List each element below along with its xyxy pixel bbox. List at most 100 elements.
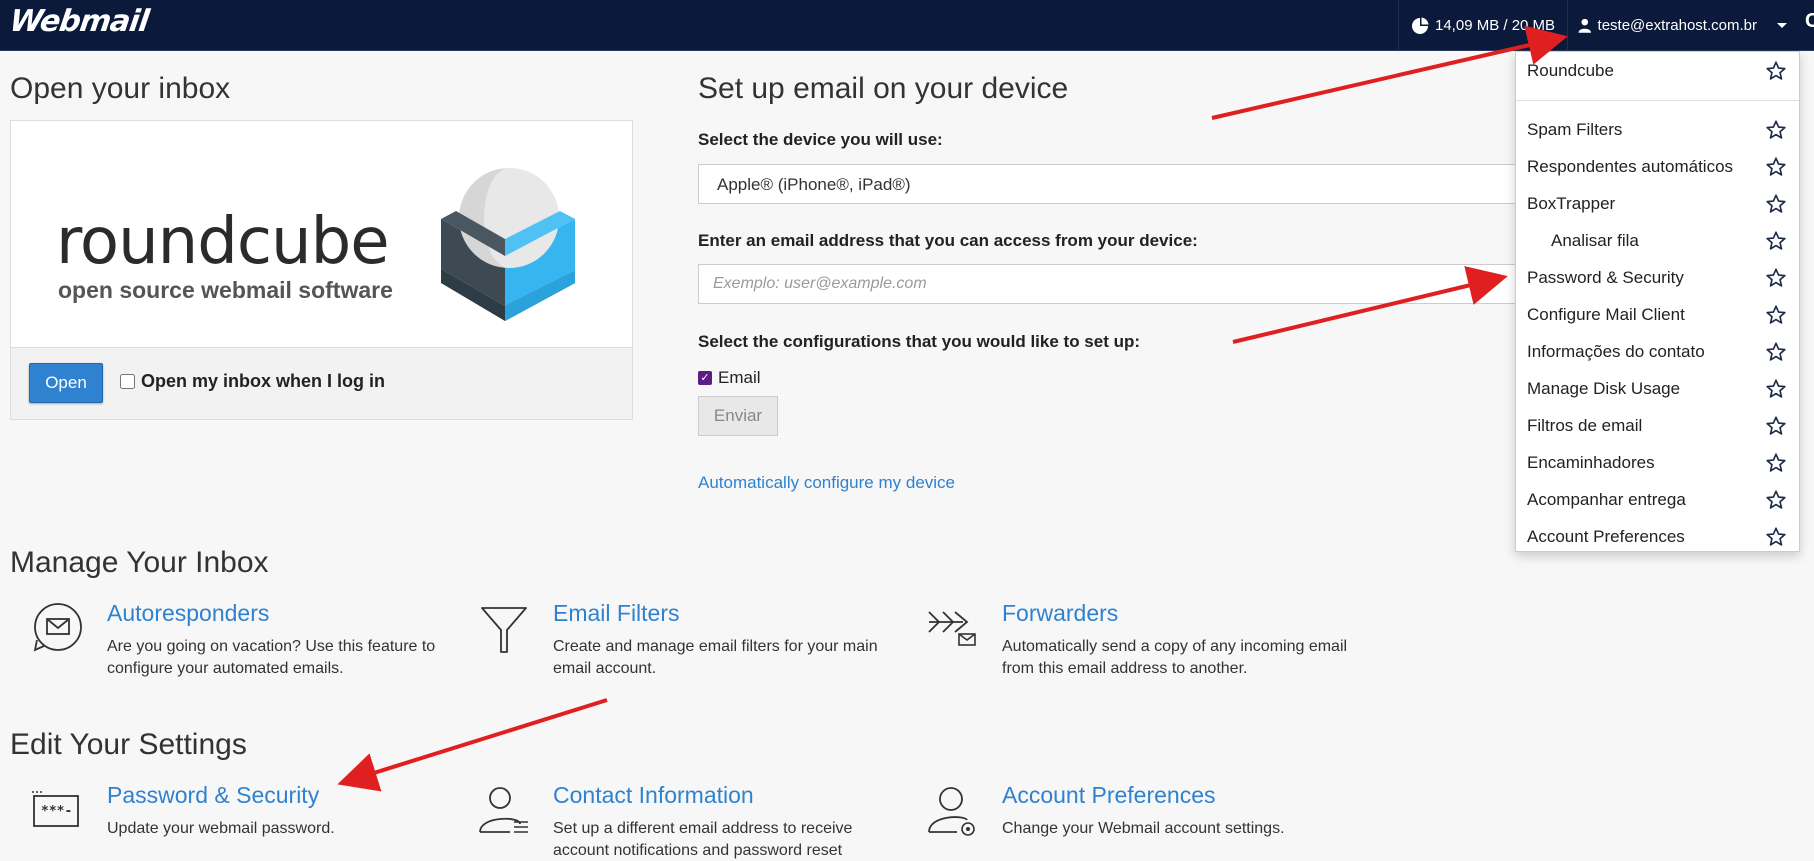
configurations-label: Select the configurations that you would… (698, 332, 1141, 351)
forwarder-icon (928, 611, 976, 646)
feature-forwarders[interactable]: Forwarders Automatically send a copy of … (925, 600, 1347, 680)
open-on-login-checkbox[interactable] (120, 374, 135, 389)
user-dropdown-menu: Roundcube Spam Filters Respondentes auto… (1515, 51, 1800, 552)
menu-item-configure-mail-client[interactable]: Configure Mail Client (1516, 299, 1799, 331)
star-icon[interactable] (1765, 378, 1787, 400)
feature-title[interactable]: Account Preferences (1002, 782, 1216, 809)
disk-quota-text: 14,09 MB / 20 MB (1435, 17, 1556, 34)
feature-title[interactable]: Forwarders (1002, 600, 1118, 627)
star-icon[interactable] (1765, 119, 1787, 141)
feature-account-preferences[interactable]: Account Preferences Change your Webmail … (925, 782, 1345, 861)
star-icon[interactable] (1765, 452, 1787, 474)
menu-item-label: Analisar fila (1551, 231, 1639, 250)
open-on-login-option[interactable]: Open my inbox when I log in (120, 371, 385, 392)
email-config-label: Email (718, 368, 761, 387)
menu-item-label: Respondentes automáticos (1527, 157, 1734, 176)
menu-item-label: Manage Disk Usage (1527, 379, 1681, 398)
user-email: teste@extrahost.com.br (1597, 17, 1757, 34)
topbar-cutoff-item[interactable]: C (1805, 10, 1814, 33)
feature-description: Create and manage email filters for your… (553, 638, 878, 677)
feature-password-security[interactable]: ***- Password & Security Update your web… (30, 782, 450, 861)
menu-item-label: Roundcube (1527, 61, 1614, 80)
top-navbar: Webmail 14,09 MB / 20 MB teste@extrahost… (0, 0, 1814, 51)
roundcube-logo[interactable]: roundcube open source webmail software (11, 121, 632, 347)
feature-description: Update your webmail password. (107, 820, 335, 837)
star-icon[interactable] (1765, 267, 1787, 289)
user-menu-toggle[interactable]: teste@extrahost.com.br (1567, 0, 1797, 51)
star-icon[interactable] (1765, 193, 1787, 215)
filter-icon (481, 607, 527, 653)
star-icon[interactable] (1765, 156, 1787, 178)
email-config-option[interactable]: ✓ Email (698, 368, 761, 388)
menu-item-label: Configure Mail Client (1527, 305, 1685, 324)
feature-contact-information[interactable]: Contact Information Set up a different e… (476, 782, 896, 861)
auto-configure-link[interactable]: Automatically configure my device (698, 473, 955, 493)
open-inbox-heading: Open your inbox (10, 72, 231, 105)
menu-item-label: Spam Filters (1527, 120, 1623, 139)
svg-text:***-: ***- (41, 804, 72, 819)
menu-item-acompanhar-entrega[interactable]: Acompanhar entrega (1516, 484, 1799, 516)
manage-inbox-heading: Manage Your Inbox (10, 546, 269, 579)
menu-item-manage-disk-usage[interactable]: Manage Disk Usage (1516, 373, 1799, 405)
password-icon: ***- (32, 791, 79, 827)
menu-item-spam-filters[interactable]: Spam Filters (1516, 114, 1799, 146)
feature-email-filters[interactable]: Email Filters Create and manage email fi… (476, 600, 896, 680)
setup-device-heading: Set up email on your device (698, 72, 1069, 105)
menu-item-boxtrapper[interactable]: BoxTrapper (1516, 188, 1799, 220)
feature-title[interactable]: Password & Security (107, 782, 319, 809)
open-roundcube-button[interactable]: Open (29, 363, 103, 403)
menu-item-analisar-fila[interactable]: Analisar fila (1516, 225, 1799, 257)
feature-title[interactable]: Email Filters (553, 600, 680, 627)
star-icon[interactable] (1765, 415, 1787, 437)
star-icon[interactable] (1765, 489, 1787, 511)
menu-item-label: Informações do contato (1527, 342, 1705, 361)
menu-item-password-security[interactable]: Password & Security (1516, 262, 1799, 294)
star-icon[interactable] (1765, 304, 1787, 326)
email-address-label: Enter an email address that you can acce… (698, 231, 1198, 250)
email-address-input[interactable] (698, 264, 1518, 304)
menu-item-filtros-de-email[interactable]: Filtros de email (1516, 410, 1799, 442)
contact-icon (479, 787, 528, 833)
menu-item-encaminhadores[interactable]: Encaminhadores (1516, 447, 1799, 479)
email-config-checkbox[interactable]: ✓ (698, 371, 712, 385)
menu-item-informacoes-do-contato[interactable]: Informações do contato (1516, 336, 1799, 368)
menu-item-account-preferences[interactable]: Account Preferences (1516, 521, 1799, 553)
pie-chart-icon (1412, 17, 1429, 34)
account-prefs-icon (928, 787, 975, 836)
feature-description: Are you going on vacation? Use this feat… (107, 638, 436, 677)
feature-description: Change your Webmail account settings. (1002, 820, 1285, 837)
svg-text:roundcube: roundcube (56, 205, 389, 279)
enviar-button[interactable]: Enviar (698, 396, 778, 436)
feature-description: Set up a different email address to rece… (553, 820, 853, 859)
webmail-logo[interactable]: Webmail (8, 4, 151, 39)
edit-settings-heading: Edit Your Settings (10, 728, 247, 761)
menu-item-label: Filtros de email (1527, 416, 1643, 435)
feature-autoresponders[interactable]: Autoresponders Are you going on vacation… (30, 600, 450, 680)
star-icon[interactable] (1765, 60, 1787, 82)
menu-item-label: Account Preferences (1527, 527, 1685, 546)
open-on-login-label: Open my inbox when I log in (141, 371, 386, 391)
star-icon[interactable] (1765, 526, 1787, 548)
menu-item-roundcube[interactable]: Roundcube (1516, 55, 1799, 87)
caret-down-icon (1777, 23, 1787, 28)
menu-divider (1516, 100, 1799, 101)
menu-item-respondentes-automaticos[interactable]: Respondentes automáticos (1516, 151, 1799, 183)
svg-text:open source webmail software: open source webmail software (58, 277, 393, 303)
device-select-label: Select the device you will use: (698, 130, 943, 149)
menu-item-label: Encaminhadores (1527, 453, 1655, 472)
feature-description: Automatically send a copy of any incomin… (1002, 638, 1348, 677)
annotation-arrow (337, 698, 608, 792)
autoresponder-icon (33, 603, 82, 652)
roundcube-panel-footer: Open Open my inbox when I log in (11, 347, 632, 419)
roundcube-panel: roundcube open source webmail software O… (10, 120, 633, 420)
menu-item-label: Password & Security (1527, 268, 1684, 287)
disk-quota[interactable]: 14,09 MB / 20 MB (1398, 0, 1567, 51)
star-icon[interactable] (1765, 230, 1787, 252)
feature-title[interactable]: Autoresponders (107, 600, 269, 627)
menu-item-label: Acompanhar entrega (1527, 490, 1686, 509)
feature-title[interactable]: Contact Information (553, 782, 754, 809)
star-icon[interactable] (1765, 341, 1787, 363)
user-icon (1578, 18, 1592, 33)
menu-item-label: BoxTrapper (1527, 194, 1616, 213)
device-select[interactable]: Apple® (iPhone®, iPad®) (698, 164, 1518, 204)
